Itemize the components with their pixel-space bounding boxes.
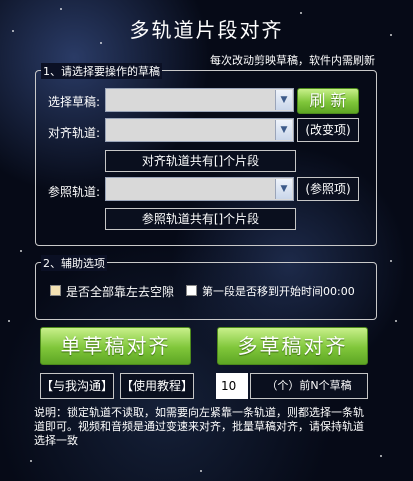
draft-select[interactable]: ▼	[105, 88, 294, 112]
opt-move-start-checkbox[interactable]	[186, 285, 197, 296]
ref-track-select[interactable]: ▼	[105, 177, 294, 201]
chevron-down-icon: ▼	[275, 90, 292, 110]
ref-button[interactable]: (参照项)	[297, 177, 359, 201]
app-title: 多轨道片段对齐	[129, 18, 284, 42]
align-track-select[interactable]: ▼	[105, 118, 294, 142]
draft-group-legend: 1、请选择要操作的草稿	[41, 63, 162, 79]
align-count-info: 对齐轨道共有[]个片段	[105, 150, 296, 172]
aux-group-legend: 2、辅助选项	[41, 255, 107, 271]
align-change-button[interactable]: (改变项)	[297, 118, 359, 142]
count-input[interactable]: 10	[216, 373, 248, 399]
ref-count-info: 参照轨道共有[]个片段	[105, 208, 296, 230]
description-text: 说明：锁定轨道不读取，如需要向左紧靠一条轨道，则都选择一条轨道即可。视频和音频是…	[34, 406, 364, 447]
tutorial-button[interactable]: 【使用教程】	[120, 373, 194, 399]
ref-track-label: 参照轨道:	[48, 185, 101, 199]
opt-move-start-label: 第一段是否移到开始时间00:00	[202, 285, 355, 298]
multi-draft-align-button[interactable]: 多草稿对齐	[217, 327, 368, 365]
contact-button[interactable]: 【与我沟通】	[40, 373, 114, 399]
opt-left-align-checkbox[interactable]	[50, 285, 61, 296]
opt-left-align-label: 是否全部靠左去空隙	[66, 285, 175, 299]
align-track-label: 对齐轨道:	[48, 126, 101, 140]
refresh-button[interactable]: 刷 新	[297, 88, 359, 114]
select-draft-label: 选择草稿:	[48, 95, 101, 109]
single-draft-align-button[interactable]: 单草稿对齐	[40, 327, 191, 365]
refresh-hint: 每次改动剪映草稿，软件内需刷新	[210, 54, 375, 67]
count-suffix-label: （个）前N个草稿	[250, 373, 368, 399]
chevron-down-icon: ▼	[275, 179, 292, 199]
chevron-down-icon: ▼	[275, 120, 292, 140]
